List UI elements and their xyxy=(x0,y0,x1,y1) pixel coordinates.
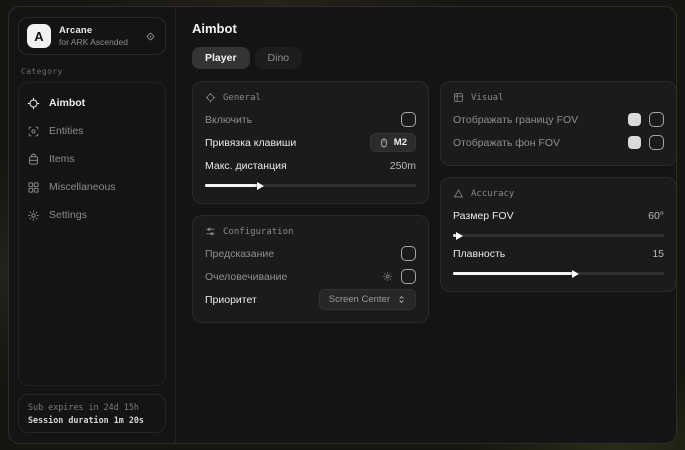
priority-dropdown[interactable]: Screen Center xyxy=(319,289,416,310)
app-logo: A xyxy=(27,24,51,48)
humanization-checkbox[interactable] xyxy=(401,269,416,284)
gear-icon[interactable] xyxy=(382,271,393,282)
crosshair-icon xyxy=(205,92,216,103)
scan-icon xyxy=(27,125,40,138)
max-distance-value: 250m xyxy=(390,160,416,172)
sidebar-item-label: Items xyxy=(49,153,75,165)
fov-background-checkbox[interactable] xyxy=(649,135,664,150)
sidebar-item-items[interactable]: Items xyxy=(27,145,157,173)
sidebar-item-label: Entities xyxy=(49,125,83,137)
max-distance-label: Макс. дистанция xyxy=(205,160,287,172)
card-title: General xyxy=(223,93,261,103)
app-subtitle: for ARK Ascended xyxy=(59,37,128,47)
sub-expires-text: Sub expires in 24d 15h xyxy=(28,402,156,412)
page-title: Aimbot xyxy=(192,21,677,36)
gear-icon xyxy=(27,209,40,222)
humanization-label: Очеловечивание xyxy=(205,271,287,283)
triangle-icon xyxy=(453,188,464,199)
fov-border-label: Отображать границу FOV xyxy=(453,114,578,126)
max-distance-slider[interactable] xyxy=(205,184,416,187)
main-content: Aimbot Player Dino xyxy=(176,7,677,443)
priority-label: Приоритет xyxy=(205,294,257,306)
slider-thumb[interactable] xyxy=(456,232,463,240)
frame-icon xyxy=(453,92,464,103)
enable-label: Включить xyxy=(205,114,252,126)
fov-size-value: 60° xyxy=(648,210,664,222)
mouse-icon xyxy=(379,138,389,148)
card-title: Configuration xyxy=(223,227,293,237)
card-accuracy: Accuracy Размер FOV 60° Плавность 15 xyxy=(440,177,677,292)
slider-thumb[interactable] xyxy=(572,270,579,278)
crosshair-icon xyxy=(27,97,40,110)
slider-thumb[interactable] xyxy=(257,182,264,190)
smoothness-label: Плавность xyxy=(453,248,505,260)
fov-size-slider[interactable] xyxy=(453,234,664,237)
sidebar-item-entities[interactable]: Entities xyxy=(27,117,157,145)
fov-background-color-swatch[interactable] xyxy=(628,136,641,149)
sidebar-item-label: Settings xyxy=(49,209,87,221)
sliders-icon xyxy=(205,226,216,237)
smoothness-slider[interactable] xyxy=(453,272,664,275)
card-title: Visual xyxy=(471,93,504,103)
sidebar-item-label: Aimbot xyxy=(49,97,85,109)
subscription-info: Sub expires in 24d 15h Session duration … xyxy=(18,394,166,433)
tab-player[interactable]: Player xyxy=(192,47,250,69)
tab-dino[interactable]: Dino xyxy=(255,47,303,69)
prediction-checkbox[interactable] xyxy=(401,246,416,261)
backpack-icon xyxy=(27,153,40,166)
grid-icon xyxy=(27,181,40,194)
card-configuration: Configuration Предсказание Очеловечивани… xyxy=(192,215,429,323)
card-title: Accuracy xyxy=(471,189,514,199)
session-duration-text: Session duration 1m 20s xyxy=(28,415,156,425)
keybind-label: Привязка клавиши xyxy=(205,137,296,149)
fov-size-label: Размер FOV xyxy=(453,210,514,222)
app-window: A Arcane for ARK Ascended Category xyxy=(8,6,677,444)
card-visual: Visual Отображать границу FOV Отображать… xyxy=(440,81,677,166)
enable-checkbox[interactable] xyxy=(401,112,416,127)
smoothness-value: 15 xyxy=(652,248,664,260)
tab-bar: Player Dino xyxy=(192,47,677,69)
keybind-value: M2 xyxy=(394,137,407,148)
fov-background-label: Отображать фон FOV xyxy=(453,137,560,149)
app-title: Arcane xyxy=(59,25,128,36)
card-general: General Включить Привязка клавиши xyxy=(192,81,429,204)
category-label: Category xyxy=(21,67,163,76)
sidebar-item-miscellaneous[interactable]: Miscellaneous xyxy=(27,173,157,201)
keybind-button[interactable]: M2 xyxy=(370,133,416,152)
sidebar-header: A Arcane for ARK Ascended xyxy=(18,17,166,55)
fov-border-color-swatch[interactable] xyxy=(628,113,641,126)
sidebar-item-label: Miscellaneous xyxy=(49,181,116,193)
target-icon[interactable] xyxy=(144,30,157,43)
sidebar-item-settings[interactable]: Settings xyxy=(27,201,157,229)
prediction-label: Предсказание xyxy=(205,248,274,260)
priority-value: Screen Center xyxy=(329,294,390,305)
sidebar: A Arcane for ARK Ascended Category xyxy=(9,7,176,443)
sidebar-item-aimbot[interactable]: Aimbot xyxy=(27,89,157,117)
sidebar-nav: Aimbot Entities xyxy=(18,82,166,386)
fov-border-checkbox[interactable] xyxy=(649,112,664,127)
chevron-up-down-icon xyxy=(397,295,406,304)
